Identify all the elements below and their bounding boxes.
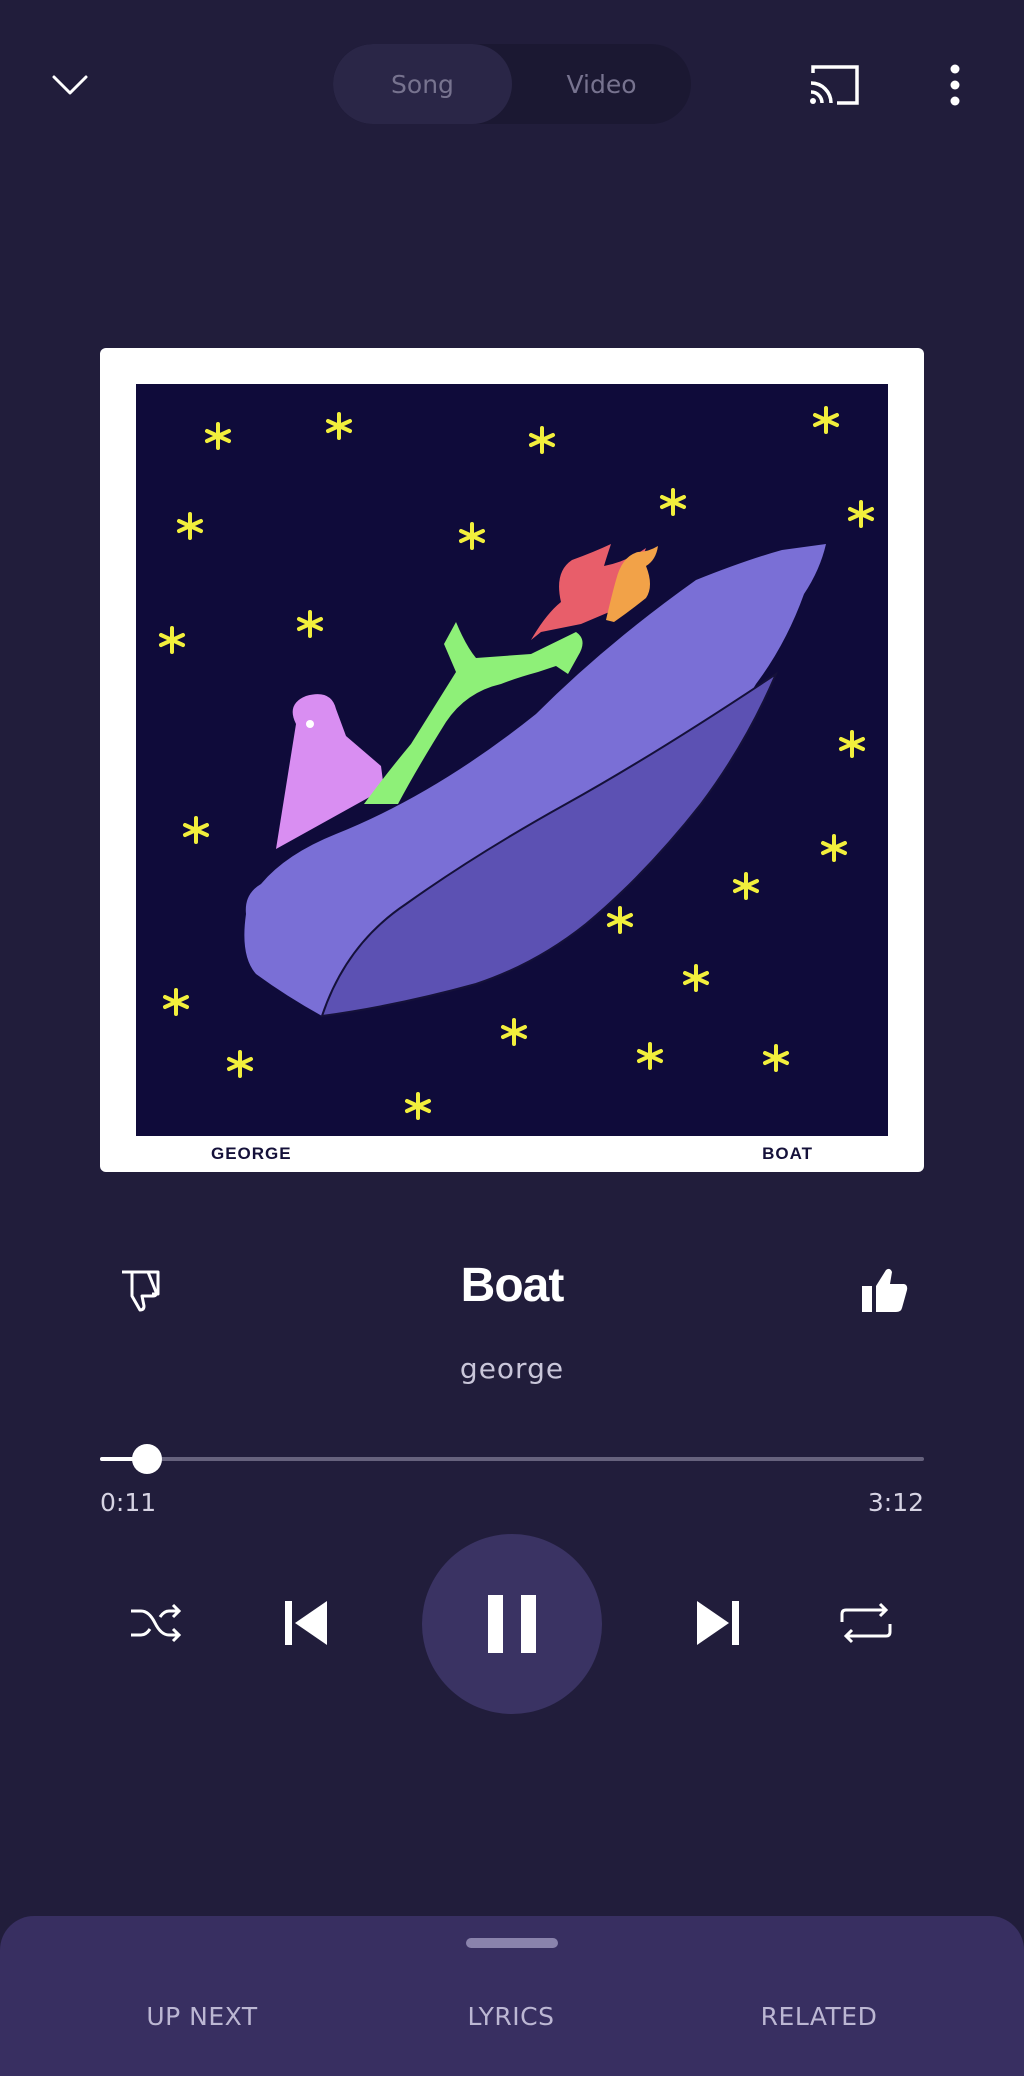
album-art: GEORGE BOAT (100, 348, 924, 1172)
progress-thumb[interactable] (131, 1444, 162, 1474)
bottom-sheet[interactable]: UP NEXT LYRICS RELATED (0, 1916, 1024, 2076)
total-duration: 3:12 (867, 1488, 924, 1517)
tab-video[interactable]: Video (512, 44, 691, 124)
thumbs-down-icon (122, 1270, 160, 1312)
dislike-button[interactable] (110, 1260, 170, 1320)
pause-icon (488, 1595, 536, 1653)
next-button[interactable] (688, 1590, 748, 1656)
album-caption-artist: GEORGE (211, 1144, 292, 1163)
skip-previous-icon (285, 1601, 327, 1645)
album-caption-title: BOAT (762, 1144, 813, 1163)
artist-name[interactable]: george (200, 1352, 824, 1385)
song-title: Boat (460, 1259, 565, 1312)
elapsed-time: 0:11 (100, 1488, 157, 1517)
cast-icon (810, 65, 859, 105)
tab-lyrics[interactable]: LYRICS (391, 2002, 631, 2031)
progress-bar[interactable] (100, 1444, 924, 1474)
more-vertical-icon (950, 64, 960, 106)
repeat-icon (840, 1602, 892, 1644)
tab-up-next[interactable]: UP NEXT (82, 2002, 322, 2031)
tab-song[interactable]: Song (333, 44, 512, 124)
more-options-button[interactable] (925, 50, 985, 120)
previous-button[interactable] (276, 1590, 336, 1656)
album-illustration (136, 384, 888, 1136)
thumbs-up-icon (862, 1268, 908, 1312)
song-video-toggle[interactable]: Song Video (333, 44, 691, 124)
cast-button[interactable] (800, 50, 870, 120)
pause-button[interactable] (422, 1534, 602, 1714)
drag-handle[interactable] (466, 1938, 558, 1948)
repeat-button[interactable] (836, 1593, 896, 1653)
shuffle-icon (131, 1603, 182, 1643)
tab-related[interactable]: RELATED (699, 2002, 939, 2031)
chevron-down-icon (52, 75, 88, 95)
like-button[interactable] (855, 1260, 915, 1320)
collapse-button[interactable] (30, 50, 110, 120)
skip-next-icon (697, 1601, 739, 1645)
shuffle-button[interactable] (126, 1593, 186, 1653)
